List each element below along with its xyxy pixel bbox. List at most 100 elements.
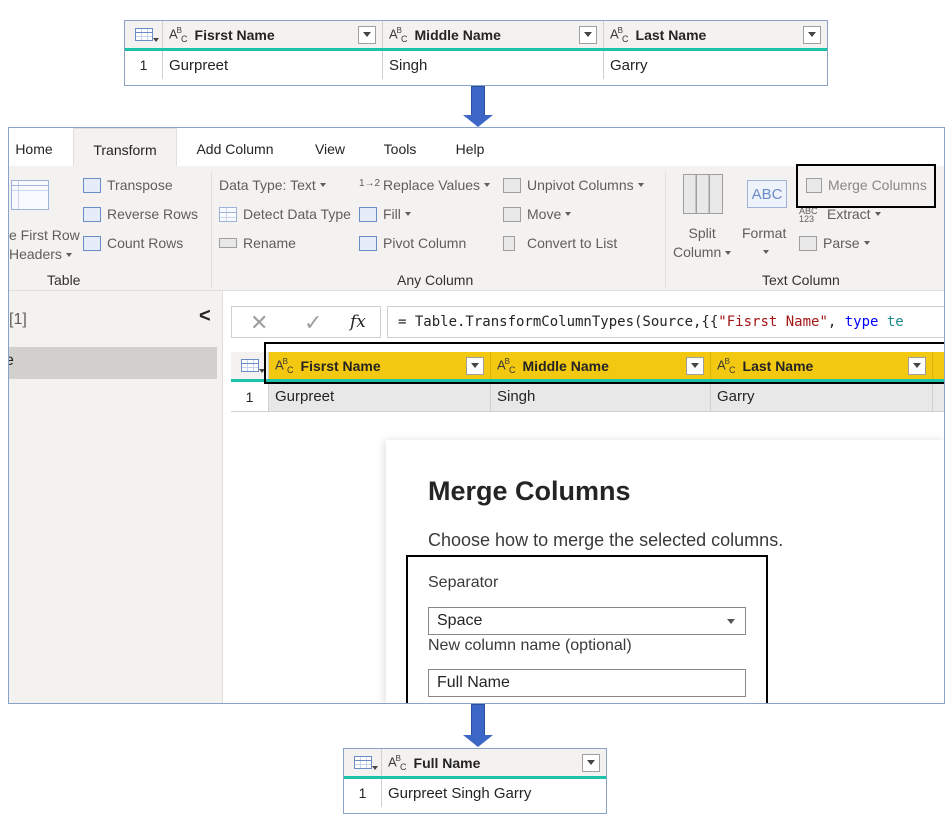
query-count: [1] <box>9 311 27 328</box>
table-row: 1 Gurpreet Singh Garry <box>125 51 827 79</box>
reverse-rows-icon <box>83 206 101 222</box>
table-cell[interactable]: Garry <box>604 51 827 79</box>
chevron-down-icon <box>484 183 491 187</box>
formula-bar: ✕ ✓ fx = Table.TransformColumnTypes(Sour… <box>231 306 944 338</box>
column-filter-button[interactable] <box>579 25 597 44</box>
chevron-down-icon <box>565 212 572 216</box>
text-type-icon: ABC <box>169 25 187 44</box>
detect-data-type-icon <box>219 206 237 222</box>
tab-tools[interactable]: Tools <box>377 128 423 166</box>
source-table: ABC Fisrst Name ABC Middle Name ABC Last… <box>124 20 828 86</box>
table-cell[interactable]: Singh <box>491 382 711 411</box>
fill-button[interactable]: Fill <box>359 206 411 222</box>
result-table: ABC Full Name 1 Gurpreet Singh Garry <box>343 748 607 814</box>
chevron-down-icon <box>874 212 881 216</box>
replace-values-button[interactable]: 1→2 Replace Values <box>359 177 491 193</box>
tab-home[interactable]: Home <box>9 128 59 166</box>
use-first-row-as-headers-icon[interactable] <box>11 180 55 210</box>
table-icon <box>240 359 265 373</box>
table-icon <box>353 756 378 770</box>
split-column-button[interactable]: Split Column <box>673 224 732 262</box>
reverse-rows-button[interactable]: Reverse Rows <box>83 206 198 222</box>
table-menu-button[interactable] <box>125 21 163 48</box>
result-table-header: ABC Full Name <box>344 749 606 779</box>
button-label: e First Row <box>9 227 80 243</box>
formula-input[interactable]: = Table.TransformColumnTypes(Source,{{"F… <box>387 306 944 338</box>
column-header-middle-name[interactable]: ABC Middle Name <box>383 21 604 48</box>
move-button[interactable]: Move <box>503 206 572 222</box>
collapse-pane-button[interactable]: < <box>199 305 211 328</box>
chevron-down-icon <box>404 212 411 216</box>
table-cell[interactable]: Garry <box>711 382 933 411</box>
parse-icon <box>799 235 817 251</box>
tab-transform[interactable]: Transform <box>73 128 177 166</box>
table-icon <box>134 28 159 42</box>
fx-icon[interactable]: fx <box>350 312 366 332</box>
table-cell[interactable]: Gurpreet <box>269 382 491 411</box>
chevron-down-icon <box>363 32 371 37</box>
table-cell[interactable]: Gurpreet <box>163 51 383 79</box>
group-separator <box>665 172 666 288</box>
split-column-icon[interactable] <box>683 174 729 214</box>
group-label-any-column: Any Column <box>397 272 474 288</box>
pivot-column-button[interactable]: Pivot Column <box>359 235 466 251</box>
power-query-editor: Home Transform Add Column View Tools Hel… <box>8 127 945 704</box>
format-button[interactable]: Format <box>742 224 786 254</box>
down-arrow-icon <box>463 86 493 128</box>
transpose-button[interactable]: Transpose <box>83 177 173 193</box>
chevron-down-icon <box>763 250 770 254</box>
chevron-down-icon <box>808 32 816 37</box>
row-number: 1 <box>231 382 269 411</box>
commit-icon[interactable]: ✓ <box>304 310 322 336</box>
down-arrow-icon <box>463 704 493 750</box>
fill-down-icon <box>359 206 377 222</box>
column-header-first-name[interactable]: ABC Fisrst Name <box>163 21 383 48</box>
parse-button[interactable]: Parse <box>799 235 870 251</box>
count-rows-icon <box>83 235 101 251</box>
chevron-down-icon <box>584 32 592 37</box>
extract-button[interactable]: ABC 123 Extract <box>799 205 881 224</box>
data-type-dropdown[interactable]: Data Type: Text <box>219 177 326 193</box>
column-header-full-name[interactable]: ABC Full Name <box>382 749 606 776</box>
convert-to-list-icon <box>503 235 515 251</box>
column-header-last-name[interactable]: ABC Last Name <box>604 21 827 48</box>
text-type-icon: ABC <box>610 25 628 44</box>
column-filter-button[interactable] <box>358 25 376 44</box>
merge-columns-dialog: Merge Columns Choose how to merge the se… <box>386 440 944 703</box>
query-item-selected[interactable]: e <box>9 347 217 379</box>
table-menu-button[interactable] <box>344 749 382 776</box>
group-separator <box>211 172 212 288</box>
detect-data-type-button[interactable]: Detect Data Type <box>219 206 351 222</box>
chevron-down-icon <box>863 241 870 245</box>
use-first-row-as-headers-button[interactable]: e First Row Headers <box>9 226 80 264</box>
group-label-table: Table <box>47 272 81 288</box>
count-rows-button[interactable]: Count Rows <box>83 235 183 251</box>
convert-to-list-button[interactable]: Convert to List <box>503 235 617 251</box>
button-label: Format <box>742 225 787 241</box>
column-filter-button[interactable] <box>803 25 821 44</box>
button-label-line2: Column <box>673 243 732 262</box>
ribbon-tabs: Home Transform Add Column View Tools Hel… <box>9 128 944 166</box>
tab-help[interactable]: Help <box>447 128 493 166</box>
source-table-header: ABC Fisrst Name ABC Middle Name ABC Last… <box>125 21 827 51</box>
tab-view[interactable]: View <box>307 128 353 166</box>
tab-add-column[interactable]: Add Column <box>189 128 281 166</box>
column-label: Middle Name <box>414 26 501 43</box>
unpivot-columns-button[interactable]: Unpivot Columns <box>503 177 644 193</box>
row-number: 1 <box>125 51 163 79</box>
table-cell[interactable]: Singh <box>383 51 604 79</box>
chevron-down-icon <box>725 250 732 255</box>
rename-button[interactable]: Rename <box>219 235 296 251</box>
chevron-down-icon <box>587 760 595 765</box>
cancel-icon[interactable]: ✕ <box>250 310 268 336</box>
table-cell[interactable]: Gurpreet Singh Garry <box>382 779 606 807</box>
table-row: 1 Gurpreet Singh Garry <box>344 779 606 807</box>
format-icon[interactable]: ABC <box>747 180 793 208</box>
pivot-icon <box>359 235 377 251</box>
formula-buttons: ✕ ✓ fx <box>231 306 381 338</box>
button-label-line2: Headers <box>9 245 72 264</box>
column-filter-button[interactable] <box>582 753 600 772</box>
extract-icon: ABC 123 <box>799 205 818 224</box>
queries-pane: [1] < e <box>9 291 223 703</box>
chevron-down-icon <box>319 183 326 187</box>
